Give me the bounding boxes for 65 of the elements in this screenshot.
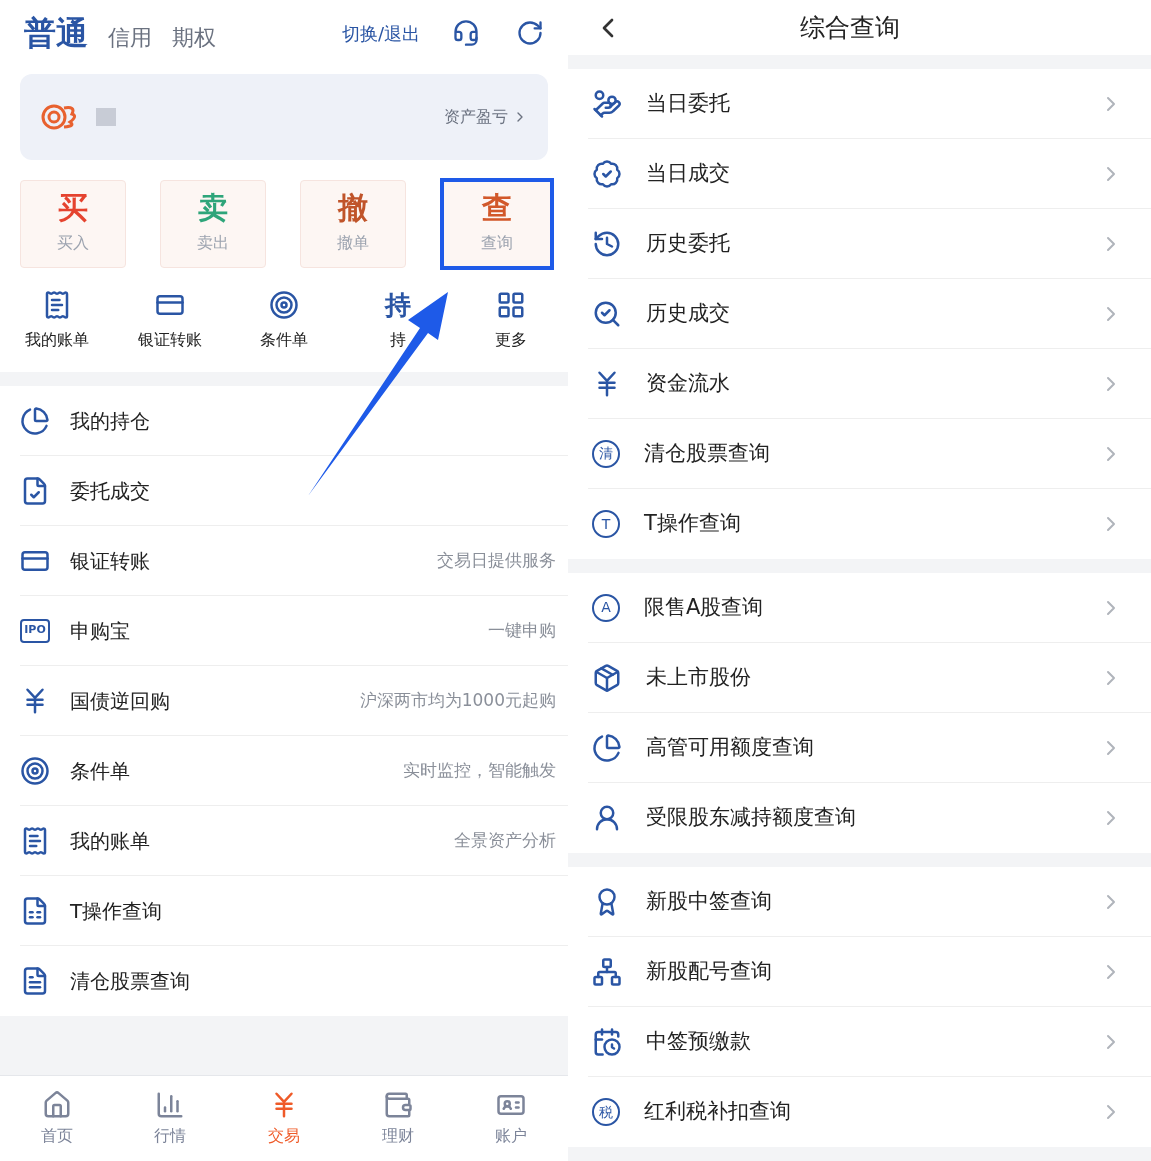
query-item[interactable]: 中签预缴款 [588,1007,1151,1077]
nav-tab[interactable]: 理财 [340,1076,455,1161]
query-item[interactable]: 清 清仓股票查询 [588,419,1151,489]
switch-logout-link[interactable]: 切换/退出 [341,19,420,47]
nav-tab[interactable]: 交易 [227,1076,341,1161]
nav-tab[interactable]: 行情 [113,1076,228,1161]
home-icon [41,1089,72,1120]
query-item[interactable]: 当日委托 [588,69,1151,139]
query-item[interactable]: 税 红利税补扣查询 [588,1077,1151,1147]
glyph-magnifier-icon: 税 [592,1098,620,1126]
query-item[interactable]: 历史成交 [588,279,1151,349]
grid-icon [496,290,527,320]
menu-hint: 沪深两市均为1000元起购 [359,688,556,712]
query-item[interactable]: 高管可用额度查询 [588,713,1151,783]
menu-item[interactable]: IPO 申购宝 一键申购 [20,596,568,666]
ipo-icon: IPO [20,618,50,643]
menu-hint: 实时监控，智能触发 [403,758,556,782]
menu-item[interactable]: 条件单 实时监控，智能触发 [20,736,568,806]
menu-item[interactable]: 银证转账 交易日提供服务 [20,526,568,596]
menu-item[interactable]: 我的账单 全景资产分析 [20,806,568,876]
calendar-clock-icon [592,1026,622,1057]
shortcut-button[interactable]: 我的账单 [0,290,114,352]
nav-tab[interactable]: 首页 [0,1076,114,1161]
account-tab[interactable]: 信用 [108,12,152,54]
page-title: 综合查询 [800,11,900,44]
menu-item[interactable]: 清仓股票查询 [20,946,568,1016]
glyph-magnifier-icon: A [592,593,620,622]
network-icon [592,956,622,987]
shortcut-button[interactable]: 持 持 [340,290,455,352]
account-tab[interactable]: 普通 [24,9,88,57]
hand-coin-icon [592,88,622,119]
shortcut-button[interactable]: 更多 [454,290,568,352]
nav-tab[interactable]: 账户 [454,1076,568,1161]
pie-chart-icon [20,405,50,436]
account-tab[interactable]: 期权 [172,12,216,54]
glyph-magnifier-icon: 清 [592,439,620,468]
query-item[interactable]: T T操作查询 [588,489,1151,559]
trade-button[interactable]: 买 买入 [20,180,126,268]
menu-hint: 一键申购 [488,618,556,642]
menu-item[interactable]: 国债逆回购 沪深两市均为1000元起购 [20,666,568,736]
blurred-account-info [96,108,116,126]
query-item[interactable]: 未上市股份 [588,643,1151,713]
pie-chart-icon [592,732,622,763]
menu-item[interactable]: T操作查询 [20,876,568,946]
query-item[interactable]: 当日成交 [588,139,1151,209]
query-item[interactable]: A 限售A股查询 [588,573,1151,643]
glyph-magnifier-icon: T [592,510,620,538]
package-icon [592,662,622,693]
query-item[interactable]: 新股中签查询 [588,867,1151,937]
query-item[interactable]: 受限股东减持额度查询 [588,783,1151,853]
trade-button[interactable]: 撤 撤单 [300,180,406,268]
query-item[interactable]: 资金流水 [588,349,1151,419]
shortcut-button[interactable]: 条件单 [227,290,341,352]
menu-hint: 交易日提供服务 [437,548,556,572]
badge-check-icon [592,158,622,189]
headset-icon[interactable] [452,19,480,47]
query-item[interactable]: 新股配号查询 [588,937,1151,1007]
refresh-icon[interactable] [516,19,544,47]
query-item[interactable]: 历史委托 [588,209,1151,279]
target-icon [269,290,299,320]
trade-button[interactable]: 查 查询 [440,178,554,270]
shortcut-button[interactable]: 银证转账 [113,290,228,352]
menu-hint: 全景资产分析 [454,828,556,852]
target-icon [20,755,50,786]
asset-pnl-link[interactable]: 资产盈亏 [444,105,528,129]
